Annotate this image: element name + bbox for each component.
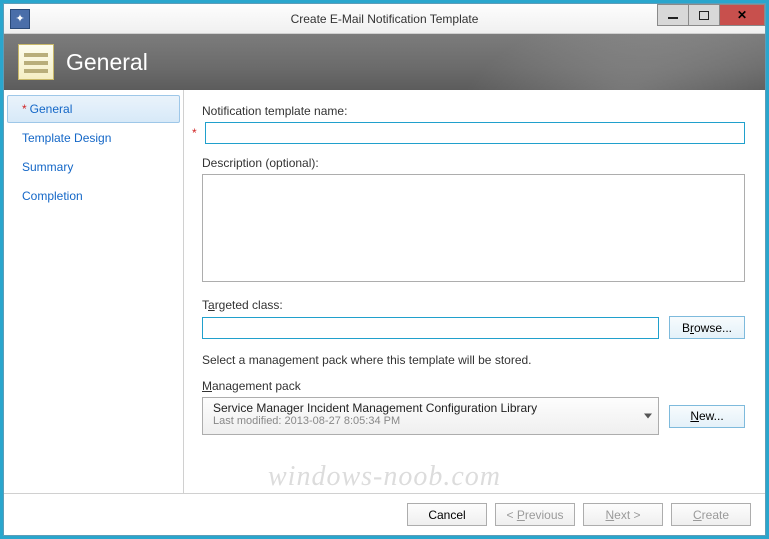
management-pack-dropdown[interactable]: Service Manager Incident Management Conf… [202, 397, 659, 435]
banner: General [4, 34, 765, 90]
sidebar-item-completion[interactable]: Completion [7, 182, 180, 210]
management-pack-label: Management pack [202, 379, 745, 393]
targeted-class-label: Targeted class: [202, 298, 745, 312]
window-title: Create E-Mail Notification Template [4, 12, 765, 26]
sidebar-item-template-design[interactable]: Template Design [7, 124, 180, 152]
name-label: Notification template name: [202, 104, 745, 118]
required-star-icon: * [22, 102, 27, 116]
banner-icon [18, 44, 54, 80]
close-button[interactable]: ✕ [719, 4, 765, 26]
sidebar-item-summary[interactable]: Summary [7, 153, 180, 181]
window-controls: ✕ [658, 4, 765, 26]
previous-button[interactable]: < Previous [495, 503, 575, 526]
create-button[interactable]: Create [671, 503, 751, 526]
dropdown-subtext: Last modified: 2013-08-27 8:05:34 PM [213, 415, 638, 427]
banner-title: General [66, 49, 148, 76]
titlebar: ✦ Create E-Mail Notification Template ✕ [4, 4, 765, 34]
sidebar-item-label: Completion [22, 189, 83, 203]
wizard-sidebar: *General Template Design Summary Complet… [4, 90, 184, 493]
sidebar-item-general[interactable]: *General [7, 95, 180, 123]
description-label: Description (optional): [202, 156, 745, 170]
required-star-icon: * [192, 126, 202, 140]
description-textarea[interactable] [202, 174, 745, 282]
sidebar-item-label: Summary [22, 160, 73, 174]
sidebar-item-label: General [30, 102, 73, 116]
dialog-body: *General Template Design Summary Complet… [4, 90, 765, 493]
storage-helper-text: Select a management pack where this temp… [202, 353, 745, 367]
app-icon: ✦ [10, 9, 30, 29]
wizard-footer: Cancel < Previous Next > Create [4, 493, 765, 535]
dialog-window: ✦ Create E-Mail Notification Template ✕ … [3, 3, 766, 536]
template-name-input[interactable] [205, 122, 745, 144]
next-button[interactable]: Next > [583, 503, 663, 526]
new-button[interactable]: New... [669, 405, 745, 428]
dropdown-selected-value: Service Manager Incident Management Conf… [213, 401, 638, 415]
cancel-button[interactable]: Cancel [407, 503, 487, 526]
minimize-button[interactable] [657, 4, 689, 26]
content-pane: Notification template name: * Descriptio… [184, 90, 765, 493]
chevron-down-icon [644, 414, 652, 419]
targeted-class-input[interactable] [202, 317, 659, 339]
sidebar-item-label: Template Design [22, 131, 111, 145]
browse-button[interactable]: Browse... [669, 316, 745, 339]
maximize-button[interactable] [688, 4, 720, 26]
